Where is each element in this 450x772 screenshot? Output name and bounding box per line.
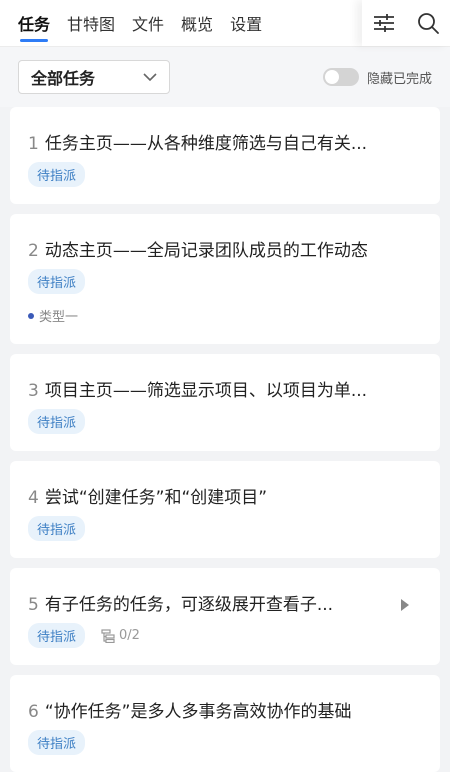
tab-overview[interactable]: 概览: [181, 0, 213, 46]
search-button[interactable]: [406, 0, 450, 46]
tab-files[interactable]: 文件: [132, 0, 164, 46]
task-card[interactable]: 5 有子任务的任务，可逐级展开查看子... 待指派 0/2: [10, 568, 440, 665]
tab-gantt[interactable]: 甘特图: [67, 0, 115, 46]
task-meta: 待指派: [28, 162, 422, 187]
task-title: 3 项目主页——筛选显示项目、以项目为单...: [28, 376, 422, 401]
top-actions: [362, 0, 450, 46]
filter-bar: 全部任务 隐藏已完成: [0, 47, 450, 107]
tab-tasks[interactable]: 任务: [18, 0, 50, 46]
tab-bar: 任务 甘特图 文件 概览 设置: [0, 0, 279, 46]
task-number: 2: [28, 241, 39, 261]
task-title: 5 有子任务的任务，可逐级展开查看子...: [28, 590, 422, 615]
task-meta: 待指派: [28, 730, 422, 755]
hide-completed-control: 隐藏已完成: [322, 68, 432, 87]
task-card[interactable]: 3 项目主页——筛选显示项目、以项目为单... 待指派: [10, 354, 440, 451]
task-card[interactable]: 2 动态主页——全局记录团队成员的工作动态 待指派 类型一: [10, 214, 440, 344]
task-card[interactable]: 6 “协作任务”是多人多事务高效协作的基础 待指派: [10, 675, 440, 772]
task-number: 5: [28, 595, 39, 615]
task-number: 1: [28, 134, 39, 154]
tab-label: 概览: [181, 15, 214, 34]
task-card[interactable]: 1 任务主页——从各种维度筛选与自己有关... 待指派: [10, 107, 440, 204]
status-badge[interactable]: 待指派: [28, 730, 86, 755]
status-badge[interactable]: 待指派: [28, 409, 86, 434]
task-list: 1 任务主页——从各种维度筛选与自己有关... 待指派 2 动态主页——全局记录…: [0, 107, 450, 772]
hide-completed-label: 隐藏已完成: [366, 71, 432, 87]
task-meta: 待指派 0/2: [28, 623, 422, 648]
status-badge[interactable]: 待指派: [28, 162, 86, 187]
task-title-text: 有子任务的任务，可逐级展开查看子...: [44, 595, 334, 615]
task-title: 2 动态主页——全局记录团队成员的工作动态: [28, 236, 422, 261]
search-icon: [418, 13, 439, 34]
status-badge[interactable]: 待指派: [28, 623, 86, 648]
top-bar: 任务 甘特图 文件 概览 设置: [0, 0, 450, 47]
task-type: 类型一: [28, 306, 422, 325]
task-meta: 待指派: [28, 516, 422, 541]
task-type-label: 类型一: [39, 310, 79, 325]
subtask-count: 0/2: [101, 628, 140, 643]
tab-label: 任务: [18, 15, 51, 34]
type-dot-icon: [28, 312, 34, 319]
task-number: 6: [28, 702, 39, 722]
tab-settings[interactable]: 设置: [230, 0, 262, 46]
task-number: 3: [28, 381, 39, 401]
tab-label: 设置: [230, 15, 263, 34]
filter-button[interactable]: [362, 0, 406, 46]
task-title: 6 “协作任务”是多人多事务高效协作的基础: [28, 697, 422, 722]
chevron-down-icon: [143, 72, 157, 81]
task-meta: 待指派: [28, 409, 422, 434]
status-badge[interactable]: 待指派: [28, 269, 86, 294]
expand-subtasks-button[interactable]: [400, 597, 410, 616]
task-title-text: 任务主页——从各种维度筛选与自己有关...: [44, 134, 368, 154]
caret-right-icon: [401, 599, 409, 611]
task-number: 4: [28, 488, 39, 508]
task-title-text: 尝试“创建任务”和“创建项目”: [44, 488, 268, 508]
subtask-tree-icon: [101, 628, 115, 643]
subtask-count-text: 0/2: [119, 628, 140, 643]
tab-label: 甘特图: [67, 15, 116, 34]
status-badge[interactable]: 待指派: [28, 516, 86, 541]
tab-label: 文件: [132, 15, 165, 34]
select-value: 全部任务: [31, 69, 96, 88]
task-title-text: “协作任务”是多人多事务高效协作的基础: [44, 702, 352, 722]
task-title-text: 项目主页——筛选显示项目、以项目为单...: [44, 381, 368, 401]
task-meta: 待指派: [28, 269, 422, 294]
filter-sliders-icon: [374, 14, 394, 32]
task-title: 1 任务主页——从各种维度筛选与自己有关...: [28, 129, 422, 154]
task-scope-select[interactable]: 全部任务: [18, 60, 170, 94]
task-card[interactable]: 4 尝试“创建任务”和“创建项目” 待指派: [10, 461, 440, 558]
hide-completed-toggle[interactable]: [322, 68, 359, 86]
task-title: 4 尝试“创建任务”和“创建项目”: [28, 483, 422, 508]
task-title-text: 动态主页——全局记录团队成员的工作动态: [44, 241, 368, 261]
